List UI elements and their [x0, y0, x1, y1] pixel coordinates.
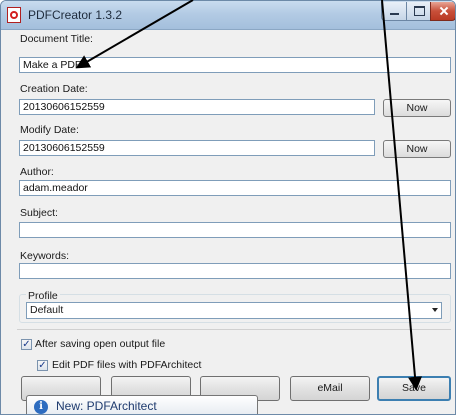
email-button[interactable]: eMail: [290, 376, 370, 401]
chevron-down-icon[interactable]: [432, 308, 438, 312]
close-button[interactable]: [430, 2, 455, 21]
profile-select[interactable]: Default: [26, 302, 442, 319]
keywords-field[interactable]: [19, 263, 451, 279]
subject-field[interactable]: [19, 222, 451, 238]
creation-date-now-button[interactable]: Now: [383, 99, 451, 117]
document-title-label: Document Title:: [20, 33, 93, 45]
keywords-label: Keywords:: [20, 250, 70, 262]
minimize-button[interactable]: [381, 2, 407, 21]
save-button[interactable]: Save: [377, 376, 451, 401]
maximize-button[interactable]: [406, 2, 431, 21]
profile-selected-value: Default: [30, 304, 64, 316]
edit-with-architect-checkbox[interactable]: ✓: [37, 360, 48, 371]
tooltip-text: New: PDFArchitect: [56, 399, 157, 413]
modify-date-field[interactable]: 20130606152559: [19, 140, 375, 156]
author-field[interactable]: adam.meador: [19, 180, 451, 196]
subject-label: Subject:: [20, 207, 58, 219]
edit-with-architect-label: Edit PDF files with PDFArchitect: [52, 359, 202, 371]
modify-date-now-button[interactable]: Now: [383, 140, 451, 158]
options-separator: [17, 329, 451, 330]
title-bar[interactable]: PDFCreator 1.3.2: [1, 1, 455, 30]
open-after-saving-label: After saving open output file: [35, 338, 166, 350]
author-label: Author:: [20, 166, 54, 178]
open-after-saving-checkbox[interactable]: ✓: [21, 339, 32, 350]
creation-date-field[interactable]: 20130606152559: [19, 99, 375, 115]
modify-date-label: Modify Date:: [20, 124, 79, 136]
info-icon: i: [34, 400, 48, 414]
pdfcreator-icon: [7, 7, 21, 23]
window-title: PDFCreator 1.3.2: [28, 8, 123, 22]
creation-date-label: Creation Date:: [20, 83, 88, 95]
document-title-field[interactable]: Make a PDF: [19, 57, 451, 73]
pdfcreator-window: PDFCreator 1.3.2 Document Title: Make a …: [0, 0, 456, 415]
profile-label: Profile: [26, 290, 60, 302]
architect-tooltip[interactable]: i New: PDFArchitect: [26, 395, 258, 414]
